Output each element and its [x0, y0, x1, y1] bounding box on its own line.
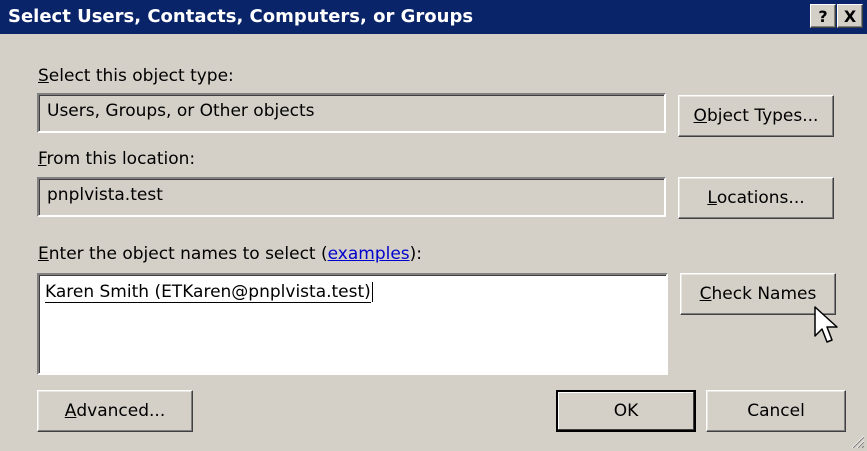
resolved-name: Karen Smith (ETKaren@pnplvista.test) — [45, 282, 371, 303]
mouse-pointer-icon — [814, 306, 838, 343]
location-field: pnplvista.test — [37, 177, 666, 217]
location-label: From this location: — [38, 149, 196, 169]
advanced-button[interactable]: Advanced... — [37, 390, 193, 432]
help-button[interactable]: ? — [810, 4, 836, 28]
title-bar[interactable]: Select Users, Contacts, Computers, or Gr… — [0, 0, 867, 34]
object-types-button[interactable]: Object Types... — [678, 95, 834, 137]
cancel-button[interactable]: Cancel — [706, 390, 846, 432]
ok-button[interactable]: OK — [556, 390, 696, 432]
check-names-button[interactable]: Check Names — [680, 273, 836, 315]
object-names-input[interactable]: Karen Smith (ETKaren@pnplvista.test) — [37, 273, 668, 375]
object-type-label: Select this object type: — [38, 66, 234, 86]
object-type-field: Users, Groups, or Other objects — [37, 93, 666, 133]
close-button[interactable]: X — [837, 4, 863, 28]
resize-grip-icon[interactable] — [849, 433, 865, 449]
dialog-title: Select Users, Contacts, Computers, or Gr… — [8, 6, 474, 27]
examples-link[interactable]: examples — [328, 244, 410, 264]
locations-button[interactable]: Locations... — [678, 177, 834, 219]
object-names-label: Enter the object names to select (exampl… — [38, 244, 423, 264]
text-caret — [371, 282, 373, 302]
select-users-dialog: Select Users, Contacts, Computers, or Gr… — [0, 0, 867, 451]
